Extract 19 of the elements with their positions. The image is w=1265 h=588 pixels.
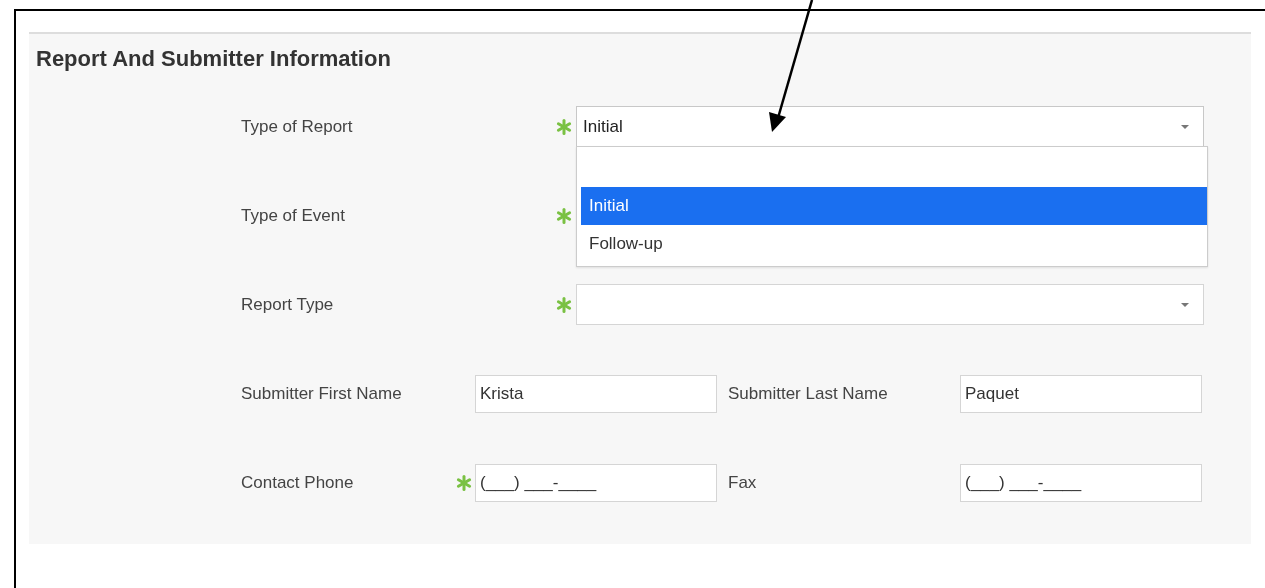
input-field[interactable]: Krista xyxy=(475,374,717,413)
section-title: Report And Submitter Information xyxy=(35,45,392,73)
select-field[interactable]: Initial xyxy=(576,106,1204,147)
select-field[interactable] xyxy=(576,284,1204,325)
input-field[interactable]: (___) ___-____ xyxy=(475,463,717,502)
field-label: Submitter Last Name xyxy=(728,383,889,404)
field-label: Contact Phone xyxy=(241,472,355,493)
select-value: Initial xyxy=(583,116,623,137)
field-label: Report Type xyxy=(241,294,335,315)
input-field[interactable]: Paquet xyxy=(960,374,1202,413)
input-field[interactable]: (___) ___-____ xyxy=(960,463,1202,502)
field-label: Type of Event xyxy=(241,205,346,226)
caret-icon xyxy=(1181,302,1189,307)
caret-icon xyxy=(1181,124,1189,129)
dropdown-option[interactable]: Follow-up xyxy=(581,225,1207,263)
field-label: Type of Report xyxy=(241,116,354,137)
field-label: Submitter First Name xyxy=(241,383,403,404)
field-label: Fax xyxy=(728,472,758,493)
dropdown-option[interactable]: Initial xyxy=(581,187,1207,225)
